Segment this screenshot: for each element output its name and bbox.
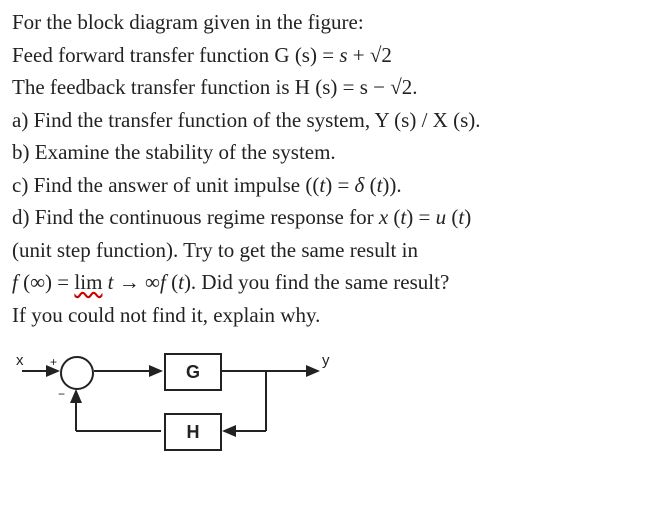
l6d: δ — [355, 173, 365, 197]
l6a: c) Find the answer of unit impulse (( — [12, 173, 319, 197]
l2c: + √2 — [348, 43, 392, 67]
line-3: The feedback transfer function is H (s) … — [12, 71, 638, 104]
l7i: ) — [464, 205, 471, 229]
l9c: lim — [74, 270, 102, 294]
h-block: H — [164, 413, 222, 451]
l7a: d) Find the continuous regime response f… — [12, 205, 379, 229]
minus-sign: − — [58, 385, 65, 404]
x-label: x — [16, 349, 24, 372]
l2b: s — [339, 43, 347, 67]
l2a: Feed forward transfer function G (s) = — [12, 43, 339, 67]
line-4: a) Find the transfer function of the sys… — [12, 104, 638, 137]
line-6: c) Find the answer of unit impulse ((t) … — [12, 169, 638, 202]
l6g: )). — [382, 173, 401, 197]
problem-text: For the block diagram given in the figur… — [0, 0, 650, 469]
line-10: If you could not find it, explain why. — [12, 299, 638, 332]
line-5: b) Examine the stability of the system. — [12, 136, 638, 169]
block-diagram: G H x y + − — [16, 341, 366, 461]
line-7: d) Find the continuous regime response f… — [12, 201, 638, 234]
l6c: ) = — [325, 173, 354, 197]
l9f: → ∞ — [114, 270, 160, 294]
y-label: y — [322, 349, 330, 372]
l9b: (∞) = — [18, 270, 75, 294]
line-2: Feed forward transfer function G (s) = s… — [12, 39, 638, 72]
l7g: ( — [446, 205, 458, 229]
l7b: x — [379, 205, 388, 229]
l9j: ). Did you find the same result? — [184, 270, 449, 294]
line-1: For the block diagram given in the figur… — [12, 6, 638, 39]
l6e: ( — [364, 173, 376, 197]
l7e: ) = — [406, 205, 435, 229]
line-9: f (∞) = lim t → ∞f (t). Did you find the… — [12, 266, 638, 299]
g-block: G — [164, 353, 222, 391]
plus-sign: + — [50, 353, 57, 372]
line-8: (unit step function). Try to get the sam… — [12, 234, 638, 267]
l7f: u — [436, 205, 447, 229]
l9h: ( — [166, 270, 178, 294]
l7c: ( — [388, 205, 400, 229]
